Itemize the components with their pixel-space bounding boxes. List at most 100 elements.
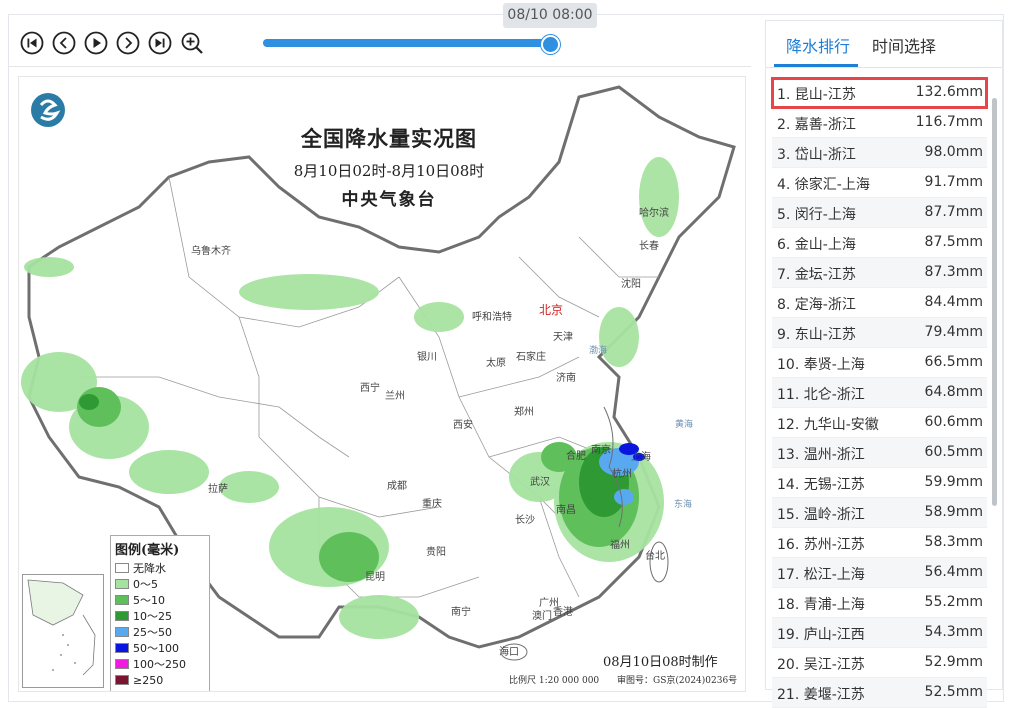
rainfall-value: 87.3mm	[924, 264, 983, 280]
ranking-item[interactable]: 12. 九华山-安徽 60.6mm	[772, 408, 987, 438]
legend-swatch	[115, 659, 129, 669]
station-name: 15. 温岭-浙江	[777, 507, 865, 523]
station-name: 2. 嘉善-浙江	[777, 117, 856, 133]
legend-swatch	[115, 579, 129, 589]
city-label: 武汉	[530, 477, 550, 488]
next-icon[interactable]	[116, 31, 140, 55]
city-label: 太原	[486, 358, 506, 369]
legend-swatch	[115, 643, 129, 653]
legend-swatch	[115, 675, 129, 685]
skip-forward-icon[interactable]	[148, 31, 172, 55]
rainfall-value: 84.4mm	[924, 294, 983, 310]
sea-label: 东海	[674, 500, 693, 510]
ranking-item[interactable]: 20. 吴江-江苏 52.9mm	[772, 648, 987, 678]
timeline-progress	[263, 39, 550, 47]
ranking-item[interactable]: 7. 金坛-江苏 87.3mm	[772, 258, 987, 288]
city-label: 上海	[631, 452, 651, 463]
ranking-item[interactable]: 15. 温岭-浙江 58.9mm	[772, 498, 987, 528]
rainfall-value: 59.9mm	[924, 474, 983, 490]
rainfall-value: 98.0mm	[924, 144, 983, 160]
ranking-item[interactable]: 18. 青浦-上海 55.2mm	[772, 588, 987, 618]
map-agency: 中央气象台	[341, 190, 437, 210]
city-label: 合肥	[566, 451, 586, 462]
ranking-panel: 降水排行 时间选择 1. 昆山-江苏 132.6mm 2. 嘉善-浙江 116.7m…	[765, 20, 1003, 708]
city-label: 澳门	[532, 611, 552, 622]
ranking-item[interactable]: 21. 姜堰-江苏 52.5mm	[772, 678, 987, 708]
city-label: 南宁	[451, 607, 471, 618]
station-name: 14. 无锡-江苏	[777, 477, 865, 493]
rainfall-value: 66.5mm	[924, 354, 983, 370]
legend-label: 25～50	[133, 626, 172, 639]
station-name: 10. 奉贤-上海	[777, 357, 865, 373]
play-icon[interactable]	[84, 31, 108, 55]
rainfall-value: 54.3mm	[924, 624, 983, 640]
station-name: 17. 松江-上海	[777, 567, 865, 583]
legend-label: 5～10	[133, 594, 165, 607]
ranking-item[interactable]: 17. 松江-上海 56.4mm	[772, 558, 987, 588]
legend-row: 25～50	[115, 624, 205, 640]
prev-icon[interactable]	[52, 31, 76, 55]
station-name: 19. 庐山-江西	[777, 627, 865, 643]
ranking-item[interactable]: 5. 闵行-上海 87.7mm	[772, 198, 987, 228]
station-name: 16. 苏州-江苏	[777, 537, 865, 553]
ranking-item[interactable]: 13. 温州-浙江 60.5mm	[772, 438, 987, 468]
current-time-tooltip: 08/10 08:00	[503, 3, 597, 28]
station-name: 18. 青浦-上海	[777, 597, 865, 613]
ranking-item[interactable]: 19. 庐山-江西 54.3mm	[772, 618, 987, 648]
precipitation-map[interactable]: 全国降水量实况图 8月10日02时-8月10日08时 中央气象台 乌鲁木齐 哈尔…	[18, 76, 746, 692]
city-label: 沈阳	[621, 279, 641, 290]
city-label: 西安	[453, 420, 473, 431]
legend-label: 0～5	[133, 578, 158, 591]
rainfall-value: 52.9mm	[924, 654, 983, 670]
panel-tabs: 降水排行 时间选择	[766, 21, 1002, 68]
station-name: 4. 徐家汇-上海	[777, 177, 870, 193]
legend-row: 10～25	[115, 608, 205, 624]
city-label: 重庆	[422, 499, 442, 510]
ranking-item[interactable]: 14. 无锡-江苏 59.9mm	[772, 468, 987, 498]
legend-swatch	[115, 627, 129, 637]
station-name: 12. 九华山-安徽	[777, 417, 879, 433]
ranking-item[interactable]: 6. 金山-上海 87.5mm	[772, 228, 987, 258]
ranking-scrollbar[interactable]	[992, 98, 997, 506]
rainfall-value: 87.5mm	[924, 234, 983, 250]
ranking-item[interactable]: 10. 奉贤-上海 66.5mm	[772, 348, 987, 378]
legend-row: 100～250	[115, 656, 205, 672]
city-label: 天津	[553, 332, 573, 343]
city-label: 福州	[610, 540, 630, 551]
south-china-sea-inset	[22, 574, 104, 688]
station-name: 13. 温州-浙江	[777, 447, 865, 463]
city-label: 石家庄	[516, 352, 546, 363]
toolbar-divider	[9, 66, 751, 67]
city-label: 长春	[639, 241, 659, 252]
station-name: 9. 东山-江苏	[777, 327, 856, 343]
timeline-handle[interactable]	[541, 35, 560, 54]
timeline-slider[interactable]	[263, 35, 560, 54]
city-label: 台北	[645, 551, 665, 562]
zoom-in-icon[interactable]	[180, 31, 204, 55]
legend-swatch	[115, 595, 129, 605]
ranking-item[interactable]: 8. 定海-浙江 84.4mm	[772, 288, 987, 318]
city-label: 郑州	[514, 407, 534, 418]
ranking-item[interactable]: 3. 岱山-浙江 98.0mm	[772, 138, 987, 168]
legend-label: 50～100	[133, 642, 179, 655]
legend-row: 0～5	[115, 576, 205, 592]
rainfall-value: 56.4mm	[924, 564, 983, 580]
legend-swatch	[115, 611, 129, 621]
ranking-item[interactable]: 16. 苏州-江苏 58.3mm	[772, 528, 987, 558]
tab-precipitation-ranking[interactable]: 降水排行	[786, 33, 850, 57]
legend-row: 无降水	[115, 560, 205, 576]
rainfall-value: 79.4mm	[924, 324, 983, 340]
tab-time-selection[interactable]: 时间选择	[872, 33, 936, 57]
rainfall-value: 55.2mm	[924, 594, 983, 610]
ranking-item-selected[interactable]: 1. 昆山-江苏 132.6mm	[771, 77, 988, 109]
ranking-item[interactable]: 9. 东山-江苏 79.4mm	[772, 318, 987, 348]
capital-label: 北京	[539, 303, 564, 317]
legend-title: 图例(毫米)	[115, 543, 180, 558]
ranking-item[interactable]: 2. 嘉善-浙江 116.7mm	[772, 108, 987, 138]
ranking-item[interactable]: 11. 北仑-浙江 64.8mm	[772, 378, 987, 408]
rainfall-value: 58.9mm	[924, 504, 983, 520]
city-label: 香港	[553, 607, 573, 618]
skip-back-icon[interactable]	[20, 31, 44, 55]
city-label: 济南	[556, 373, 576, 384]
ranking-item[interactable]: 4. 徐家汇-上海 91.7mm	[772, 168, 987, 198]
